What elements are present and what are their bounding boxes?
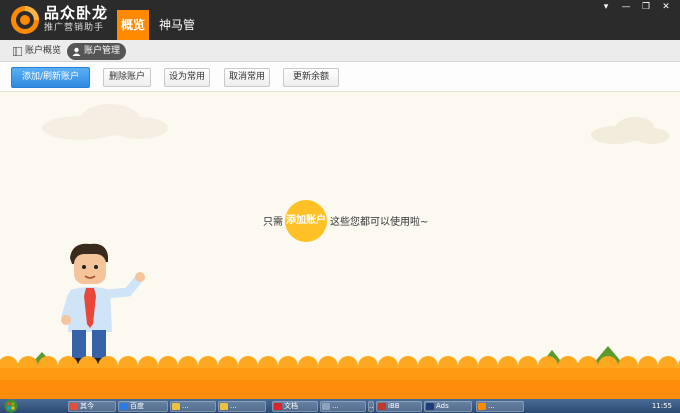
taskbar-item[interactable]: ... bbox=[476, 401, 524, 412]
app-icon bbox=[322, 403, 330, 410]
add-refresh-account-button[interactable]: 添加/刷新账户 bbox=[11, 67, 90, 88]
app-icon bbox=[478, 403, 486, 410]
update-balance-button[interactable]: 更新余额 bbox=[283, 68, 339, 87]
add-account-circle-button[interactable]: 添加账户 bbox=[285, 200, 327, 242]
subtab-account-management[interactable]: 账户管理 bbox=[67, 43, 127, 60]
taskbar-item-label: 文档 bbox=[284, 402, 298, 410]
tab-overview[interactable]: 概览 bbox=[117, 10, 149, 40]
brand-subtitle: 推广营销助手 bbox=[44, 23, 105, 33]
cancel-favorite-button[interactable]: 取消常用 bbox=[224, 68, 270, 87]
subtab-account-overview[interactable]: 账户概览 bbox=[8, 43, 67, 60]
set-favorite-button[interactable]: 设为常用 bbox=[164, 68, 210, 87]
taskbar-item[interactable]: ... bbox=[320, 401, 366, 412]
app-icon bbox=[426, 403, 434, 410]
taskbar-item-label: iBB bbox=[388, 402, 400, 410]
title-bar: 品众卧龙 推广营销助手 概览 神马管理 ▾ — ❐ ✕ bbox=[0, 0, 680, 62]
app-icon bbox=[378, 403, 386, 410]
taskbar-item-label: ... bbox=[369, 402, 374, 410]
taskbar-item[interactable]: ... bbox=[170, 401, 216, 412]
ground-scene-decoration bbox=[0, 346, 680, 400]
delete-account-button[interactable]: 删除账户 bbox=[103, 68, 151, 87]
taskbar-item[interactable]: 文档 bbox=[272, 401, 318, 412]
message-prefix: 只需 bbox=[263, 217, 283, 228]
close-button[interactable]: ✕ bbox=[658, 0, 674, 14]
toolbar: 添加/刷新账户 删除账户 设为常用 取消常用 更新余额 bbox=[0, 62, 680, 92]
cloud-decoration bbox=[42, 104, 168, 140]
minimize-button[interactable]: — bbox=[618, 0, 634, 14]
user-icon bbox=[72, 47, 81, 56]
browser-icon bbox=[70, 403, 78, 410]
list-icon bbox=[13, 47, 22, 56]
system-clock: 11:55 bbox=[651, 402, 672, 410]
taskbar-item[interactable]: Ads bbox=[424, 401, 472, 412]
subtab-label: 账户概览 bbox=[25, 46, 62, 56]
cloud-decoration bbox=[591, 117, 669, 144]
os-taskbar: 其今 百度 ... ... 文档 ... ... iBB Ads ... 11:… bbox=[0, 399, 680, 413]
dropdown-menu-icon[interactable]: ▾ bbox=[598, 0, 614, 14]
maximize-button[interactable]: ❐ bbox=[638, 0, 654, 14]
taskbar-item[interactable]: iBB bbox=[376, 401, 422, 412]
taskbar-item-label: 其今 bbox=[80, 402, 94, 410]
taskbar-item[interactable]: ... bbox=[218, 401, 266, 412]
message-suffix: 这些您都可以使用啦~ bbox=[330, 217, 429, 228]
folder-icon bbox=[220, 403, 228, 410]
taskbar-item-label: Ads bbox=[436, 402, 449, 410]
start-button-icon[interactable] bbox=[4, 399, 18, 413]
brand-name: 品众卧龙 bbox=[44, 4, 109, 22]
subtab-label: 账户管理 bbox=[84, 46, 121, 56]
taskbar-item-label: 百度 bbox=[130, 402, 144, 410]
taskbar-item-label: ... bbox=[182, 402, 189, 410]
app-logo-icon bbox=[11, 6, 39, 34]
browser-icon bbox=[120, 403, 128, 410]
taskbar-item[interactable]: ... bbox=[368, 401, 374, 412]
tab-shenma-management[interactable]: 神马管理 bbox=[156, 10, 198, 62]
sub-tab-bar: 账户概览 账户管理 bbox=[0, 40, 680, 62]
taskbar-item[interactable]: 其今 bbox=[68, 401, 116, 412]
taskbar-item[interactable]: 百度 bbox=[118, 401, 168, 412]
brand: 品众卧龙 推广营销助手 bbox=[44, 5, 108, 34]
folder-icon bbox=[172, 403, 180, 410]
taskbar-item-label: ... bbox=[230, 402, 237, 410]
taskbar-item-label: ... bbox=[332, 402, 339, 410]
app-icon bbox=[274, 403, 282, 410]
taskbar-item-label: ... bbox=[488, 402, 495, 410]
